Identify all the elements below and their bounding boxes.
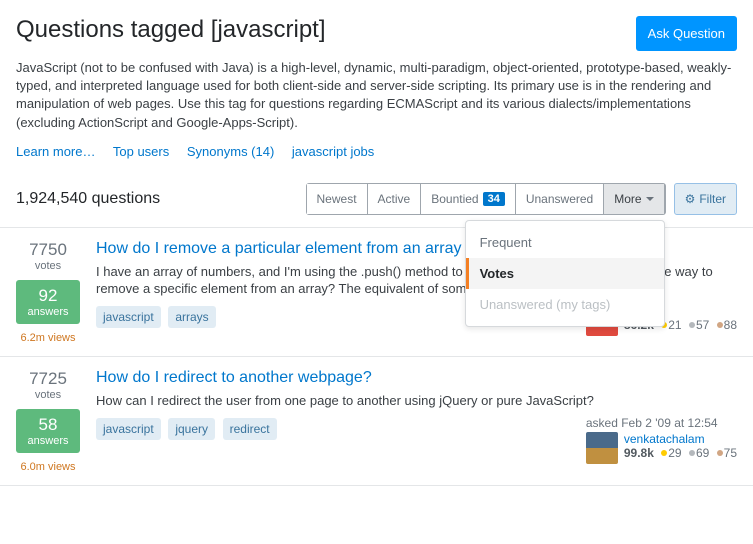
tab-active[interactable]: Active [368,184,422,214]
tag-sublinks: Learn more… Top users Synonyms (14) java… [0,136,753,175]
question-excerpt: How can I redirect the user from one pag… [96,393,737,410]
views-count: 6.2m views [16,332,80,344]
tab-newest[interactable]: Newest [307,184,368,214]
bronze-badge-icon [717,450,723,456]
silver-badge-icon [689,450,695,456]
top-users-link[interactable]: Top users [113,144,169,159]
tab-bountied-label: Bountied [431,192,478,206]
tag[interactable]: jquery [168,418,215,440]
answer-count: 92 [16,286,80,306]
dropdown-item-unanswered-mytags[interactable]: Unanswered (my tags) [466,289,664,320]
tag[interactable]: javascript [96,306,161,328]
tab-more[interactable]: More [604,184,664,214]
reputation: 99.8k [624,446,654,460]
question-title-link[interactable]: How do I redirect to another webpage? [96,369,372,386]
dropdown-item-frequent[interactable]: Frequent [466,227,664,258]
tag[interactable]: redirect [223,418,277,440]
vote-label: votes [16,260,80,272]
filter-button[interactable]: Filter [674,183,737,215]
asked-time: asked Feb 2 '09 at 12:54 [586,416,737,430]
tab-more-label: More [614,192,641,206]
answer-label: answers [16,306,80,318]
gold-count: 29 [668,446,681,460]
views-count: 6.0m views [16,461,80,473]
tag-description: JavaScript (not to be confused with Java… [0,51,753,136]
vote-count: 7725 [16,369,80,389]
answer-box: 58 answers [16,409,80,453]
bronze-count: 75 [724,446,737,460]
synonyms-link[interactable]: Synonyms (14) [187,144,274,159]
dropdown-item-votes[interactable]: Votes [466,258,664,289]
stats-column: 7750 votes 92 answers 6.2m views [16,240,80,344]
ask-question-button[interactable]: Ask Question [636,16,737,51]
more-dropdown: Frequent Votes Unanswered (my tags) [465,220,665,327]
gear-icon [685,192,696,206]
page-title: Questions tagged [javascript] [16,16,326,44]
question-row: 7725 votes 58 answers 6.0m views How do … [0,357,753,486]
tab-bountied[interactable]: Bountied 34 [421,184,516,214]
learn-more-link[interactable]: Learn more… [16,144,95,159]
answer-label: answers [16,435,80,447]
gold-badge-icon [661,450,667,456]
user-stats: 99.8k 29 69 75 [624,446,737,460]
tag[interactable]: arrays [168,306,215,328]
gold-count: 21 [668,318,681,332]
vote-label: votes [16,389,80,401]
tab-unanswered[interactable]: Unanswered [516,184,604,214]
silver-count: 69 [696,446,709,460]
answer-count: 58 [16,415,80,435]
question-count: 1,924,540 questions [16,190,160,208]
bronze-badge-icon [717,322,723,328]
silver-count: 57 [696,318,709,332]
vote-count: 7750 [16,240,80,260]
bountied-badge: 34 [483,192,505,206]
question-body: How do I redirect to another webpage? Ho… [96,369,737,473]
avatar[interactable] [586,432,618,464]
sort-tabs: Newest Active Bountied 34 Unanswered Mor… [306,183,666,215]
filter-label: Filter [699,192,726,206]
jobs-link[interactable]: javascript jobs [292,144,374,159]
chevron-down-icon [646,197,654,201]
silver-badge-icon [689,322,695,328]
stats-column: 7725 votes 58 answers 6.0m views [16,369,80,473]
user-name-link[interactable]: venkatachalam [624,432,737,446]
answer-box: 92 answers [16,280,80,324]
tag[interactable]: javascript [96,418,161,440]
bronze-count: 88 [724,318,737,332]
